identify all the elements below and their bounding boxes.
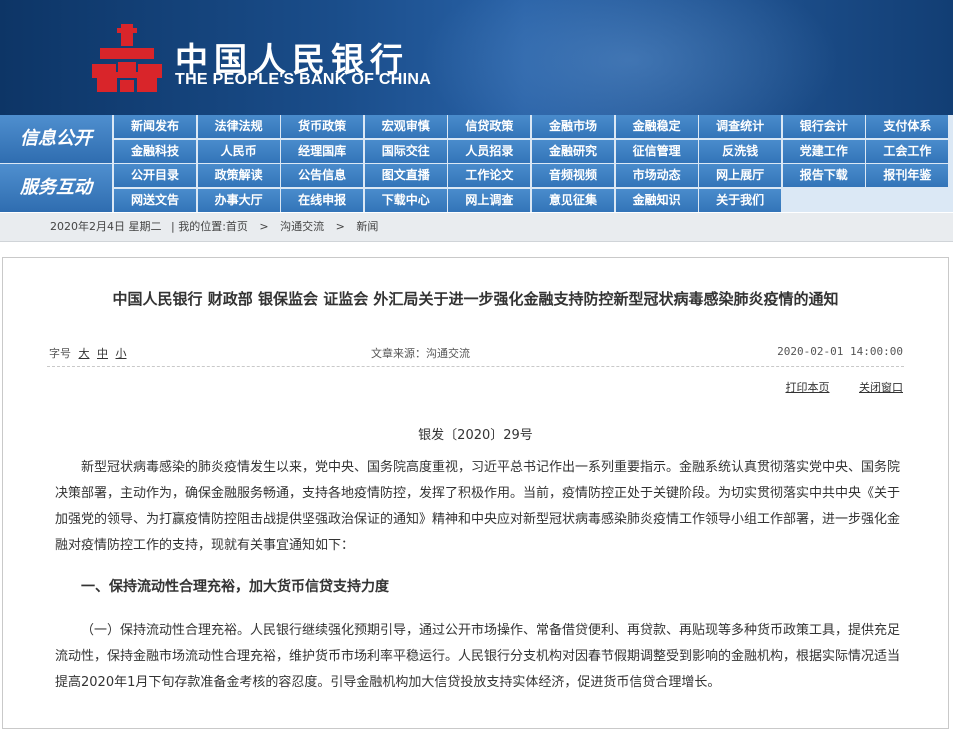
nav-item[interactable]: 信贷政策	[448, 115, 531, 138]
nav-item[interactable]: 报刊年鉴	[866, 164, 949, 187]
nav-item[interactable]: 国际交往	[364, 140, 447, 163]
nav-item[interactable]: 征信管理	[615, 140, 698, 163]
nav-item[interactable]: 金融科技	[114, 140, 196, 163]
nav-item[interactable]: 金融稳定	[615, 115, 698, 138]
nav-item[interactable]: 网上调查	[448, 189, 531, 212]
nav-item[interactable]: 银行会计	[782, 115, 865, 138]
article-container: 中国人民银行 财政部 银保监会 证监会 外汇局关于进一步强化金融支持防控新型冠状…	[2, 257, 949, 729]
nav-section-info: 信息公开 新闻发布 法律法规 货币政策 宏观审慎 信贷政策 金融市场 金融稳定 调查统计 银行会…	[0, 115, 953, 163]
breadcrumb: 2020年2月4日 星期二 | 我的位置:首页 > 沟通交流 > 新闻	[0, 213, 953, 242]
nav-item[interactable]: 在线申报	[281, 189, 364, 212]
nav-item[interactable]: 公开目录	[114, 164, 196, 187]
nav-item[interactable]: 金融市场	[532, 115, 614, 138]
print-page-link[interactable]: 打印本页	[786, 381, 830, 394]
nav-item[interactable]: 反洗钱	[699, 140, 782, 163]
article-source: 文章来源：沟通交流	[371, 347, 470, 360]
article-section-heading: 一、保持流动性合理充裕，加大货币信贷支持力度	[81, 579, 389, 595]
breadcrumb-prefix: | 我的位置:	[171, 220, 226, 233]
nav-section-service: 服务互动 公开目录 政策解读 公告信息 图文直播 工作论文 音频视频 市场动态 网上展厅 报告下…	[0, 164, 953, 212]
meta-divider	[47, 366, 904, 367]
nav-item[interactable]: 图文直播	[364, 164, 447, 187]
nav-item[interactable]: 新闻发布	[114, 115, 196, 138]
nav-item[interactable]: 法律法规	[197, 115, 280, 138]
breadcrumb-home[interactable]: 首页	[226, 213, 248, 241]
font-size-control: 字号 大 中 小	[49, 345, 127, 361]
nav-item[interactable]: 意见征集	[532, 189, 614, 212]
breadcrumb-separator: >	[259, 220, 269, 233]
breadcrumb-level3[interactable]: 新闻	[356, 213, 378, 241]
nav-item[interactable]: 支付体系	[866, 115, 949, 138]
nav-item[interactable]: 报告下载	[782, 164, 865, 187]
font-size-label: 字号	[49, 347, 71, 360]
nav-item[interactable]: 办事大厅	[197, 189, 280, 212]
article-time: 2020-02-01 14:00:00	[777, 345, 903, 358]
article-meta: 字号 大 中 小 文章来源：沟通交流 2020-02-01 14:00:00	[3, 345, 948, 363]
nav-item[interactable]: 政策解读	[197, 164, 280, 187]
current-date: 2020年2月4日 星期二	[50, 220, 162, 233]
nav-grid-service: 公开目录 政策解读 公告信息 图文直播 工作论文 音频视频 市场动态 网上展厅 报告下载 报刊年鉴…	[114, 164, 953, 212]
nav-item[interactable]: 金融知识	[615, 189, 698, 212]
nav-item[interactable]: 人员招录	[448, 140, 531, 163]
brand-name-en[interactable]: THE PEOPLE'S BANK OF CHINA	[175, 71, 431, 89]
article-title: 中国人民银行 财政部 银保监会 证监会 外汇局关于进一步强化金融支持防控新型冠状…	[112, 290, 839, 308]
font-size-medium-link[interactable]: 中	[97, 347, 108, 360]
nav-item[interactable]: 人民币	[197, 140, 280, 163]
nav-item[interactable]: 货币政策	[281, 115, 364, 138]
nav-item[interactable]: 关于我们	[699, 189, 782, 212]
article-tools: 打印本页 关闭窗口	[760, 379, 904, 395]
main-nav: 信息公开 新闻发布 法律法规 货币政策 宏观审慎 信贷政策 金融市场 金融稳定 调查统计 银行会…	[0, 115, 953, 212]
header-glow	[420, 0, 840, 115]
nav-grid-info: 新闻发布 法律法规 货币政策 宏观审慎 信贷政策 金融市场 金融稳定 调查统计 银行会计 支付体系…	[114, 115, 953, 163]
pboc-logo-icon[interactable]	[92, 24, 162, 96]
nav-item[interactable]: 党建工作	[782, 140, 865, 163]
breadcrumb-level2[interactable]: 沟通交流	[280, 213, 324, 241]
nav-item[interactable]: 调查统计	[699, 115, 782, 138]
nav-item[interactable]: 下载中心	[364, 189, 447, 212]
article-paragraph: （一）保持流动性合理充裕。人民银行继续强化预期引导，通过公开市场操作、常备借贷便…	[55, 623, 901, 690]
breadcrumb-separator: >	[335, 220, 345, 233]
nav-section-label-info[interactable]: 信息公开	[0, 115, 112, 163]
nav-item[interactable]: 金融研究	[532, 140, 614, 163]
font-size-small-link[interactable]: 小	[116, 347, 127, 360]
nav-item[interactable]: 市场动态	[615, 164, 698, 187]
font-size-large-link[interactable]: 大	[79, 347, 90, 360]
nav-item[interactable]: 宏观审慎	[364, 115, 447, 138]
nav-section-label-service[interactable]: 服务互动	[0, 164, 112, 212]
nav-item[interactable]: 公告信息	[281, 164, 364, 187]
site-header: 中国人民银行 THE PEOPLE'S BANK OF CHINA	[0, 0, 953, 115]
nav-item[interactable]: 网送文告	[114, 189, 196, 212]
nav-item[interactable]: 经理国库	[281, 140, 364, 163]
nav-item[interactable]: 工作论文	[448, 164, 531, 187]
nav-item[interactable]: 工会工作	[866, 140, 949, 163]
nav-item[interactable]: 音频视频	[532, 164, 614, 187]
nav-item[interactable]: 网上展厅	[699, 164, 782, 187]
document-number: 银发〔2020〕29号	[418, 428, 533, 443]
article-paragraph: 新型冠状病毒感染的肺炎疫情发生以来，党中央、国务院高度重视，习近平总书记作出一系…	[55, 460, 901, 553]
close-window-link[interactable]: 关闭窗口	[859, 381, 903, 394]
